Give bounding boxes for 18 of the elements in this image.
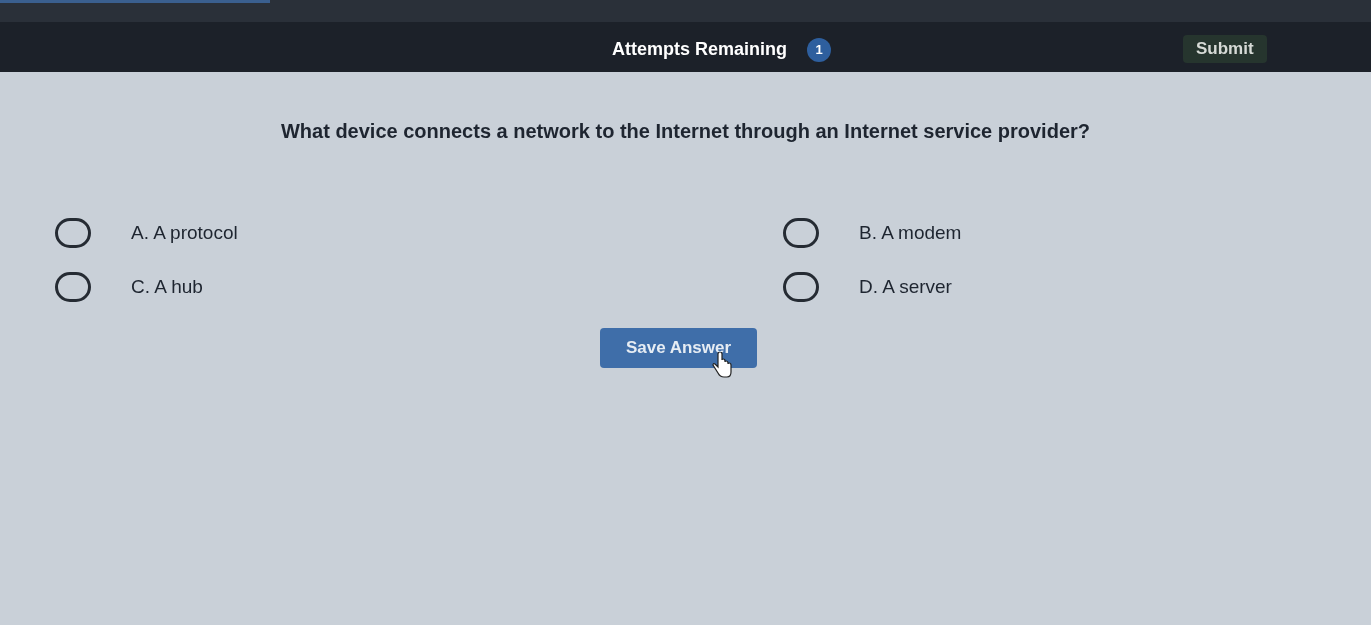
option-label: B. A modem <box>859 220 962 245</box>
option-label: D. A server <box>859 274 952 299</box>
answer-option[interactable]: B. A modem <box>783 216 970 250</box>
submit-button[interactable]: Submit <box>1183 35 1267 63</box>
answer-option[interactable]: A. A protocol <box>55 216 246 250</box>
option-label: C. A hub <box>131 274 203 299</box>
answer-option[interactable]: C. A hub <box>55 270 211 304</box>
answer-option[interactable]: D. A server <box>783 270 960 304</box>
option-label: A. A protocol <box>131 220 238 245</box>
radio-button[interactable] <box>783 272 819 302</box>
radio-button[interactable] <box>783 218 819 248</box>
radio-button[interactable] <box>55 218 91 248</box>
attempts-label: Attempts Remaining <box>612 38 788 61</box>
radio-button[interactable] <box>55 272 91 302</box>
question-text: What device connects a network to the Internet through an Internet service provider? <box>280 119 1090 144</box>
attempts-count: 1 <box>807 37 832 62</box>
save-answer-button[interactable]: Save Answer <box>600 328 757 368</box>
pointer-hand-icon <box>712 352 732 378</box>
